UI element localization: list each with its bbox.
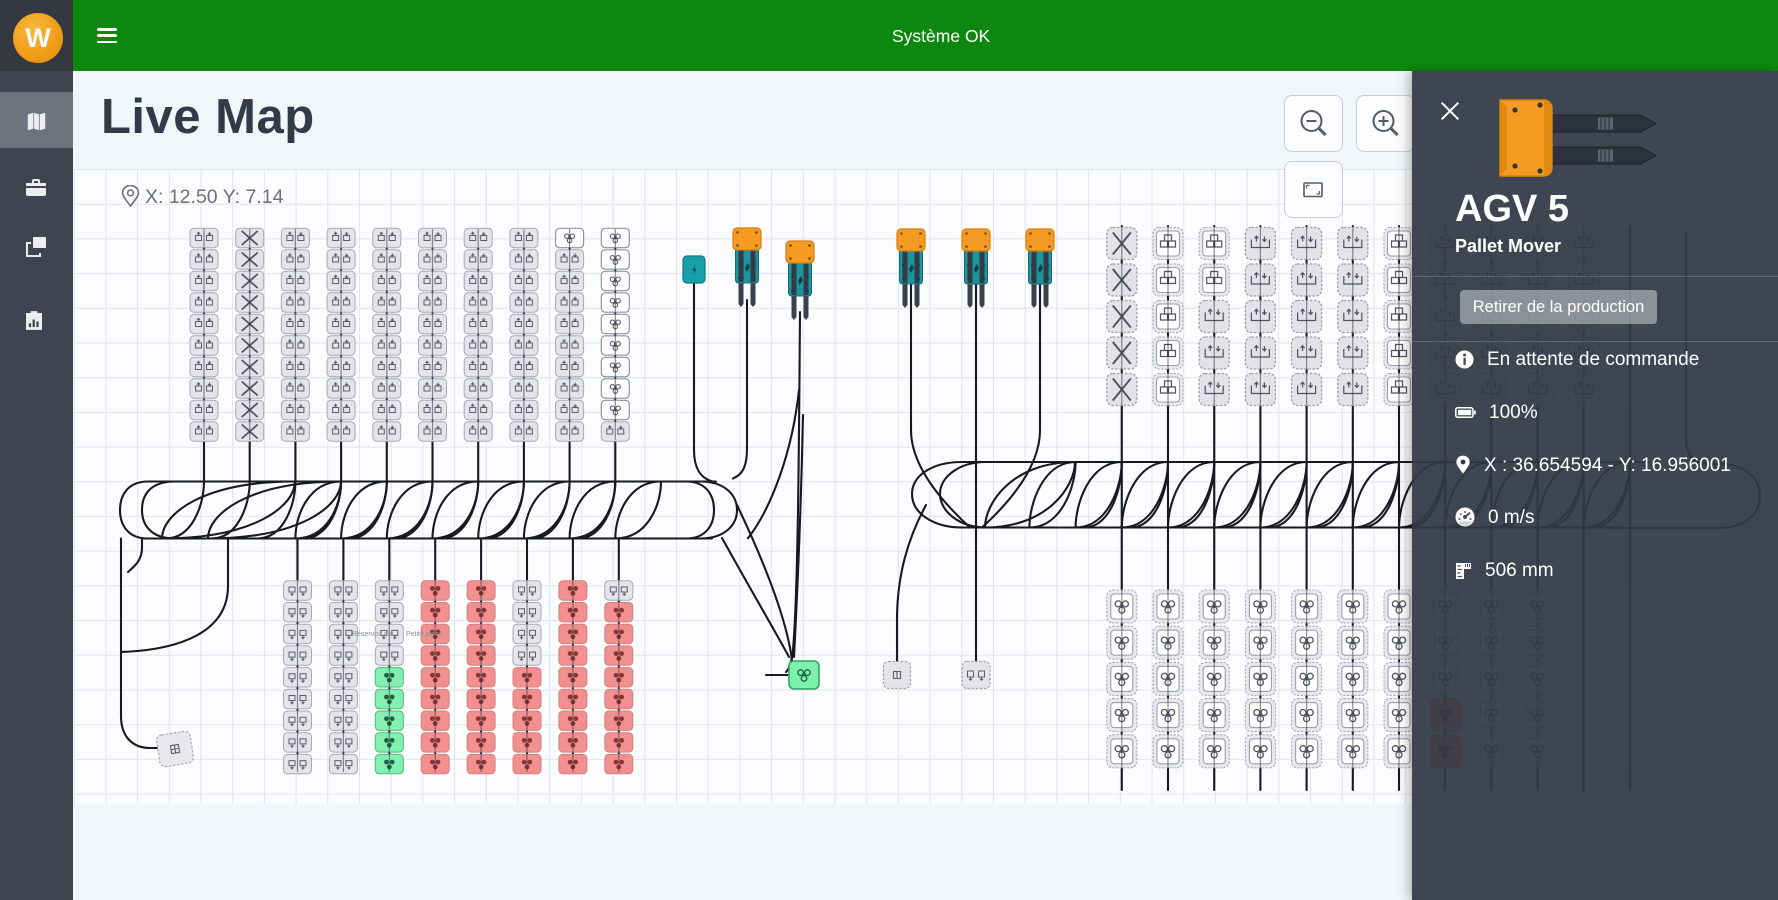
- svg-text:Réservoir alu: Réservoir alu: [352, 631, 393, 638]
- svg-text:Petite pièce: Petite pièce: [406, 631, 443, 638]
